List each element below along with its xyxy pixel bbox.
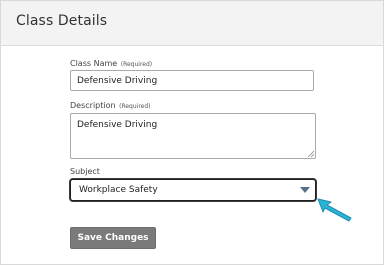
- description-value: Defensive Driving: [77, 120, 158, 130]
- subject-label: Subject: [70, 167, 100, 176]
- class-name-value: Defensive Driving: [77, 76, 158, 86]
- description-label: Description (Required): [70, 101, 151, 110]
- save-changes-button[interactable]: Save Changes: [70, 227, 156, 249]
- pointer-arrow-icon: [317, 198, 352, 222]
- subject-select[interactable]: Workplace Safety: [70, 179, 316, 201]
- card-header: Class Details: [1, 1, 383, 46]
- class-name-label-text: Class Name: [70, 59, 118, 68]
- resize-grip-icon[interactable]: [307, 150, 314, 157]
- subject-selected-value: Workplace Safety: [79, 185, 158, 195]
- description-required-note: (Required): [119, 103, 151, 110]
- class-name-input[interactable]: Defensive Driving: [70, 70, 314, 91]
- chevron-down-icon[interactable]: [300, 187, 310, 193]
- class-name-label: Class Name (Required): [70, 59, 152, 68]
- description-textarea[interactable]: Defensive Driving: [70, 113, 316, 159]
- card-title: Class Details: [16, 13, 108, 29]
- class-name-required-note: (Required): [120, 61, 153, 68]
- class-details-card: Class Details Class Name (Required) Defe…: [0, 0, 384, 265]
- description-label-text: Description: [70, 101, 116, 110]
